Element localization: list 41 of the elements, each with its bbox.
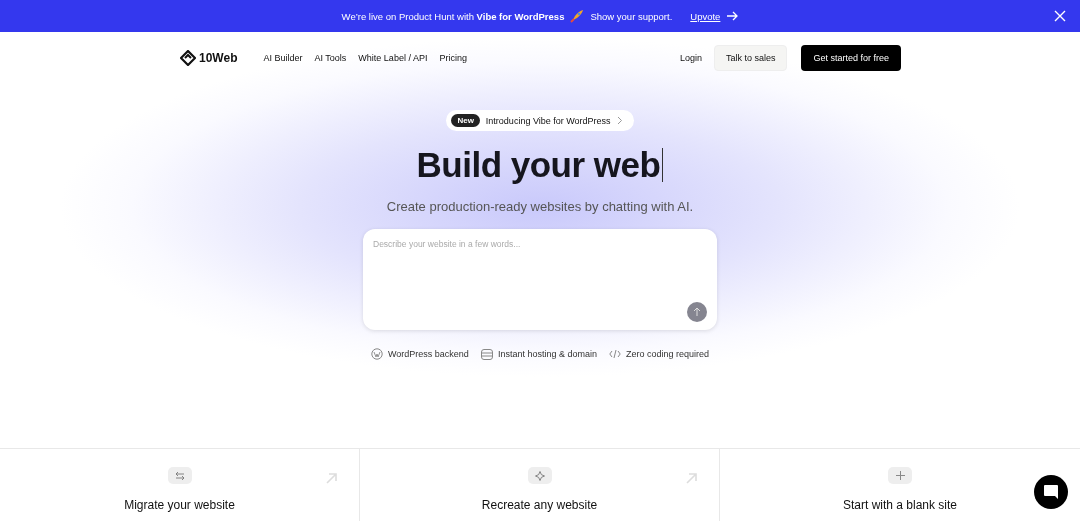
close-icon[interactable]: [1054, 10, 1066, 22]
nav-link[interactable]: AI Tools: [314, 53, 347, 63]
arrow-right-icon: [726, 11, 739, 21]
feature-label: Zero coding required: [625, 349, 709, 359]
nav-link[interactable]: AI Builder: [263, 53, 303, 63]
text-cursor: [662, 148, 664, 182]
swap-icon: [174, 470, 185, 481]
sparkle-icon: [534, 470, 545, 481]
chat-button[interactable]: [1034, 475, 1068, 509]
banner-text: We’re live on Product Hunt with Vibe for WordPress: [341, 10, 565, 22]
feature-label: WordPress backend: [388, 349, 469, 359]
upvote-link[interactable]: Upvote: [690, 10, 721, 22]
announcement-pill[interactable]: New Introducing Vibe for WordPress: [446, 110, 634, 131]
nav-link[interactable]: Pricing: [439, 53, 467, 63]
card-title: Recreate any website: [481, 498, 598, 512]
server-icon: [480, 348, 493, 360]
chat-icon: [1042, 483, 1060, 501]
talk-to-sales-button[interactable]: Talk to sales: [713, 45, 788, 71]
plus-icon: [895, 471, 905, 480]
option-card[interactable]: Start with a blank site: [720, 449, 1080, 521]
login-link[interactable]: Login: [679, 53, 702, 63]
option-card[interactable]: Recreate any website: [360, 449, 720, 521]
new-tag: New: [451, 114, 480, 127]
hero-subtitle: Create production-ready websites by chatting with AI.: [386, 199, 694, 214]
code-icon: [608, 349, 621, 359]
get-started-button[interactable]: Get started for free: [801, 45, 901, 71]
banner-text: Show your support.: [590, 10, 673, 22]
card-title: Migrate your website: [124, 498, 235, 512]
rocket-icon: [570, 9, 585, 23]
card-title: Start with a blank site: [842, 498, 958, 512]
arrow-up-icon: [693, 307, 701, 317]
wordpress-icon: [371, 348, 383, 360]
feature-label: Instant hosting & domain: [497, 349, 597, 359]
logo-text[interactable]: 10Web: [199, 51, 238, 65]
logo-icon: [180, 50, 196, 66]
hero-title: Build your web: [416, 145, 661, 185]
prompt-field[interactable]: Describe your website in a few words...: [363, 229, 717, 330]
pill-text: Introducing Vibe for WordPress: [485, 115, 611, 126]
nav-link[interactable]: White Label / API: [358, 53, 428, 63]
chevron-right-icon: [616, 116, 623, 125]
option-card[interactable]: Migrate your website: [0, 449, 360, 521]
